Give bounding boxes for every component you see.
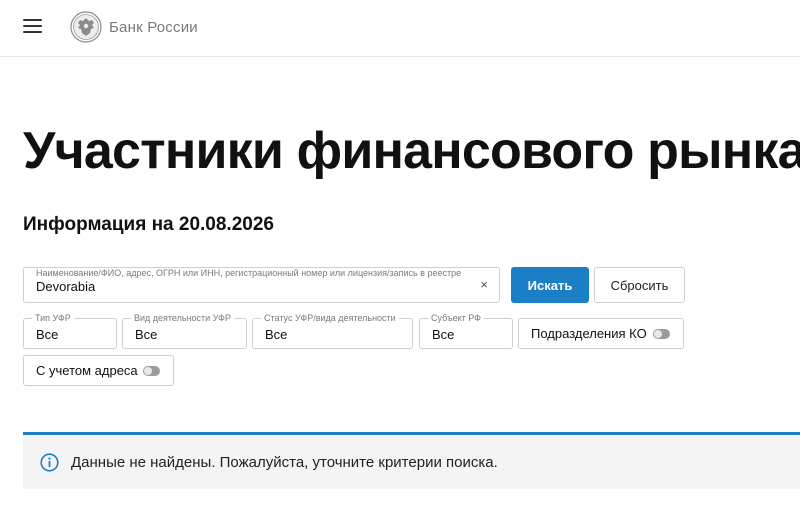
status-select-value: Все bbox=[265, 327, 288, 342]
subject-select[interactable]: Субъект РФ Все bbox=[419, 313, 513, 349]
status-select[interactable]: Статус УФР/вида деятельности Все bbox=[252, 313, 413, 349]
type-select[interactable]: Тип УФР Все bbox=[23, 313, 117, 349]
subject-select-label: Субъект РФ bbox=[428, 313, 484, 324]
search-input[interactable]: Наименование/ФИО, адрес, ОГРН или ИНН, р… bbox=[23, 267, 500, 303]
bank-logo[interactable]: Банк России bbox=[70, 11, 198, 43]
logo-text: Банк России bbox=[109, 18, 198, 36]
type-select-label: Тип УФР bbox=[32, 313, 74, 324]
search-button[interactable]: Искать bbox=[511, 267, 589, 303]
search-input-value: Devorabia bbox=[36, 279, 96, 294]
search-input-label: Наименование/ФИО, адрес, ОГРН или ИНН, р… bbox=[36, 268, 462, 278]
divisions-toggle-label: Подразделения КО bbox=[531, 326, 647, 341]
activity-select-label: Вид деятельности УФР bbox=[131, 313, 234, 324]
alert-message: Данные не найдены. Пожалуйста, уточните … bbox=[71, 453, 498, 471]
activity-select-value: Все bbox=[135, 327, 158, 342]
address-toggle-label: С учетом адреса bbox=[36, 363, 138, 378]
info-date-heading: Информация на 20.08.2026 bbox=[23, 214, 274, 235]
type-select-value: Все bbox=[36, 327, 59, 342]
address-toggle-box: С учетом адреса bbox=[23, 355, 174, 386]
clear-search-icon[interactable]: × bbox=[480, 278, 488, 292]
page-title: Участники финансового рынка bbox=[23, 122, 800, 180]
activity-select[interactable]: Вид деятельности УФР Все bbox=[122, 313, 247, 349]
hamburger-menu-icon[interactable] bbox=[23, 18, 42, 33]
address-toggle[interactable] bbox=[143, 366, 160, 376]
no-results-alert: Данные не найдены. Пожалуйста, уточните … bbox=[23, 435, 800, 489]
subject-select-value: Все bbox=[432, 327, 455, 342]
reset-button[interactable]: Сбросить bbox=[594, 267, 685, 303]
divisions-toggle[interactable] bbox=[653, 329, 670, 339]
status-select-label: Статус УФР/вида деятельности bbox=[261, 313, 399, 324]
info-icon bbox=[40, 452, 59, 472]
divisions-toggle-box: Подразделения КО bbox=[518, 318, 684, 349]
eagle-emblem-icon bbox=[70, 11, 102, 43]
site-header: Банк России bbox=[0, 0, 800, 57]
